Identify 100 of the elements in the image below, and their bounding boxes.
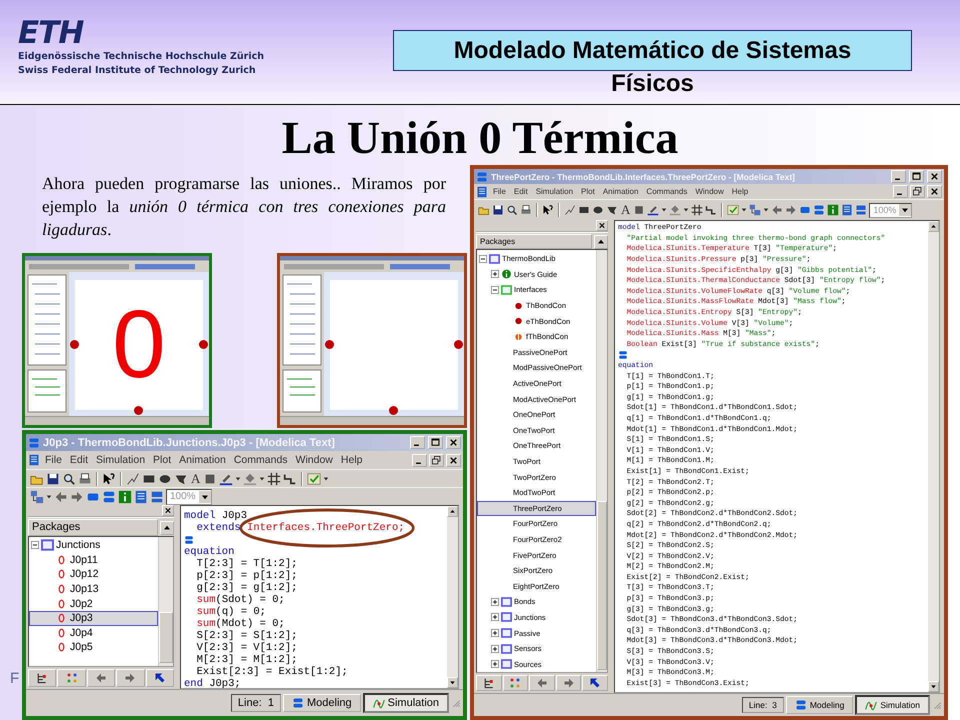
annotation-icon[interactable] [618, 350, 628, 360]
expander-icon[interactable] [31, 541, 39, 550]
close-button[interactable] [596, 220, 608, 231]
caret-icon[interactable] [198, 490, 211, 502]
tree-view-icon[interactable] [482, 677, 495, 689]
caret-icon[interactable] [323, 474, 330, 482]
maximize-button[interactable] [428, 436, 443, 449]
checkmark-icon[interactable] [727, 204, 740, 216]
text-tool-button[interactable]: A [620, 203, 632, 217]
minimize-button[interactable] [412, 454, 427, 466]
menu-item[interactable]: Window [292, 454, 336, 466]
square-icon[interactable] [203, 472, 218, 486]
resize-grip-icon[interactable] [932, 700, 942, 710]
maximize-button[interactable] [909, 170, 924, 183]
restore-button[interactable] [910, 185, 925, 198]
mode-button[interactable]: Simulation [362, 693, 449, 713]
blocks-icon[interactable] [150, 490, 164, 504]
close-button[interactable] [927, 185, 942, 198]
annotation-icon[interactable] [184, 535, 194, 545]
arrow-left-icon[interactable] [95, 672, 108, 684]
grid-icon[interactable] [267, 472, 282, 486]
arrow-right-button[interactable] [556, 675, 582, 691]
menu-item[interactable]: Edit [66, 454, 92, 466]
scroll-up-button[interactable] [594, 234, 608, 248]
scrollbar[interactable] [447, 506, 458, 688]
arrow-up-left-button[interactable] [582, 675, 608, 691]
pen-icon[interactable] [219, 472, 234, 486]
menu-item[interactable]: Commands [230, 454, 291, 466]
menu-item[interactable]: Animation [176, 454, 229, 466]
polyline-icon[interactable] [564, 204, 576, 216]
caret-icon[interactable] [46, 492, 52, 500]
help-pointer-icon[interactable] [102, 472, 116, 486]
checkmark-icon[interactable] [307, 472, 322, 486]
printer-icon[interactable] [78, 472, 92, 486]
menu-item[interactable]: Edit [510, 187, 531, 196]
arrow-up-left-button[interactable] [146, 669, 174, 687]
tree-view-button[interactable] [28, 669, 56, 687]
scrollbar[interactable] [596, 250, 607, 672]
connector-icon[interactable] [705, 204, 718, 216]
close-button[interactable] [162, 505, 174, 516]
save-icon[interactable] [46, 472, 60, 486]
dots-grid-button[interactable] [57, 669, 86, 687]
arrow-left-button[interactable] [529, 675, 555, 691]
expander-icon[interactable] [491, 598, 499, 606]
polygon-icon[interactable] [606, 204, 618, 216]
pen-icon[interactable] [647, 204, 660, 216]
square-icon[interactable] [633, 204, 646, 216]
diagram-icon[interactable] [30, 490, 44, 504]
caret-icon[interactable] [683, 206, 690, 214]
menu-item[interactable]: Commands [643, 187, 690, 196]
tree-item[interactable]: J0p3 [29, 610, 158, 626]
scrollbar[interactable] [158, 537, 173, 666]
minimize-button[interactable] [410, 436, 425, 449]
tree-item[interactable]: J0p4 [29, 626, 158, 640]
tree-item[interactable]: J0p5 [29, 640, 158, 655]
close-button[interactable] [446, 436, 461, 449]
tree-item[interactable]: J0p12 [29, 567, 158, 582]
caret-icon[interactable] [259, 474, 266, 482]
arrow-right-icon[interactable] [124, 672, 136, 684]
close-button[interactable] [446, 454, 461, 466]
menu-item[interactable]: Help [338, 454, 366, 466]
grid-icon[interactable] [691, 204, 704, 216]
arrow-right-icon[interactable] [562, 677, 575, 689]
expander-icon[interactable] [491, 629, 499, 638]
menu-item[interactable]: Plot [150, 454, 174, 466]
menu-item[interactable]: File [490, 187, 509, 196]
mode-button[interactable]: Modeling [283, 694, 361, 712]
stacked-blocks-icon[interactable] [102, 490, 116, 504]
dots-grid-icon[interactable] [509, 677, 522, 689]
text-tool-button[interactable]: A [190, 472, 202, 486]
document-icon[interactable] [134, 490, 148, 504]
expander-icon[interactable] [491, 613, 499, 622]
resize-grip-icon[interactable] [451, 698, 461, 708]
expander-icon[interactable] [491, 644, 499, 653]
close-button[interactable] [927, 170, 942, 183]
search-icon[interactable] [506, 204, 518, 216]
connector-icon[interactable] [283, 472, 298, 486]
diagram-icon[interactable] [749, 204, 762, 216]
menu-item[interactable]: Window [692, 187, 727, 196]
menu-item[interactable]: Animation [600, 187, 642, 196]
search-icon[interactable] [62, 472, 76, 486]
expander-icon[interactable] [491, 286, 499, 294]
menu-item[interactable]: Simulation [93, 454, 148, 466]
printer-icon[interactable] [520, 204, 532, 216]
menu-item[interactable]: File [42, 454, 65, 466]
expander-icon[interactable] [491, 270, 499, 278]
tree-item[interactable]: Junctions [29, 538, 158, 553]
scrollbar[interactable] [928, 221, 939, 692]
expander-icon[interactable] [491, 660, 499, 668]
info-icon[interactable] [118, 490, 132, 504]
arrow-left-button[interactable] [86, 669, 116, 687]
scroll-up-button[interactable] [160, 520, 174, 534]
restore-button[interactable] [429, 454, 444, 466]
stacked-blocks-icon[interactable] [813, 204, 826, 216]
tree-item[interactable]: J0p13 [29, 582, 158, 596]
minimize-button[interactable] [891, 170, 906, 183]
document-icon[interactable] [841, 204, 854, 216]
dots-grid-button[interactable] [502, 675, 528, 691]
info-icon[interactable] [827, 204, 840, 216]
arrow-up-left-icon[interactable] [589, 677, 602, 689]
